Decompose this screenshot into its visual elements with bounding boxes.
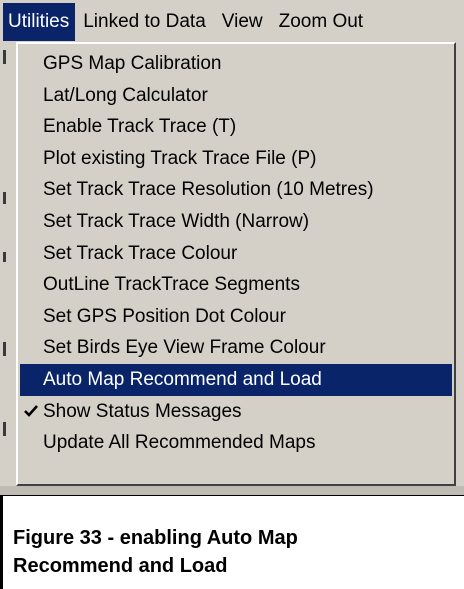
menu-item-plot-track-trace-file[interactable]: Plot existing Track Trace File (P) — [18, 143, 454, 175]
checkmark-icon — [22, 396, 40, 427]
background-mark — [3, 422, 6, 436]
menu-view[interactable]: View — [214, 3, 271, 41]
menu-linked-to-data[interactable]: Linked to Data — [75, 3, 214, 41]
background-mark — [3, 342, 6, 356]
figure-caption: Figure 33 - enabling Auto Map Recommend … — [13, 527, 298, 577]
menu-bar: Utilities Linked to Data View Zoom Out — [0, 0, 464, 42]
menu-item-update-recommended-maps[interactable]: Update All Recommended Maps — [18, 427, 454, 459]
menu-item-track-trace-colour[interactable]: Set Track Trace Colour — [18, 238, 454, 270]
background-mark — [3, 192, 6, 204]
menu-item-show-status-messages[interactable]: Show Status Messages — [18, 396, 454, 428]
menu-zoom-out[interactable]: Zoom Out — [271, 3, 371, 41]
menu-item-gps-map-calibration[interactable]: GPS Map Calibration — [18, 48, 454, 80]
background-mark — [3, 252, 6, 262]
menu-item-outline-segments[interactable]: OutLine TrackTrace Segments — [18, 269, 454, 301]
background-window-edge — [0, 42, 10, 496]
screenshot: Utilities Linked to Data View Zoom Out G… — [0, 0, 464, 496]
menu-item-track-trace-resolution[interactable]: Set Track Trace Resolution (10 Metres) — [18, 174, 454, 206]
menu-item-lat-long-calculator[interactable]: Lat/Long Calculator — [18, 80, 454, 112]
menu-item-enable-track-trace[interactable]: Enable Track Trace (T) — [18, 111, 454, 143]
menu-item-gps-dot-colour[interactable]: Set GPS Position Dot Colour — [18, 301, 454, 333]
menu-item-label: Show Status Messages — [43, 400, 242, 422]
figure-caption-box: Figure 33 - enabling Auto Map Recommend … — [0, 496, 464, 589]
menu-utilities[interactable]: Utilities — [3, 3, 76, 41]
menu-item-auto-map-recommend[interactable]: Auto Map Recommend and Load — [20, 363, 452, 396]
background-mark — [3, 50, 6, 64]
menu-item-track-trace-width[interactable]: Set Track Trace Width (Narrow) — [18, 206, 454, 238]
utilities-dropdown-menu: GPS Map Calibration Lat/Long Calculator … — [16, 42, 456, 486]
menu-item-birds-eye-frame-colour[interactable]: Set Birds Eye View Frame Colour — [18, 332, 454, 364]
